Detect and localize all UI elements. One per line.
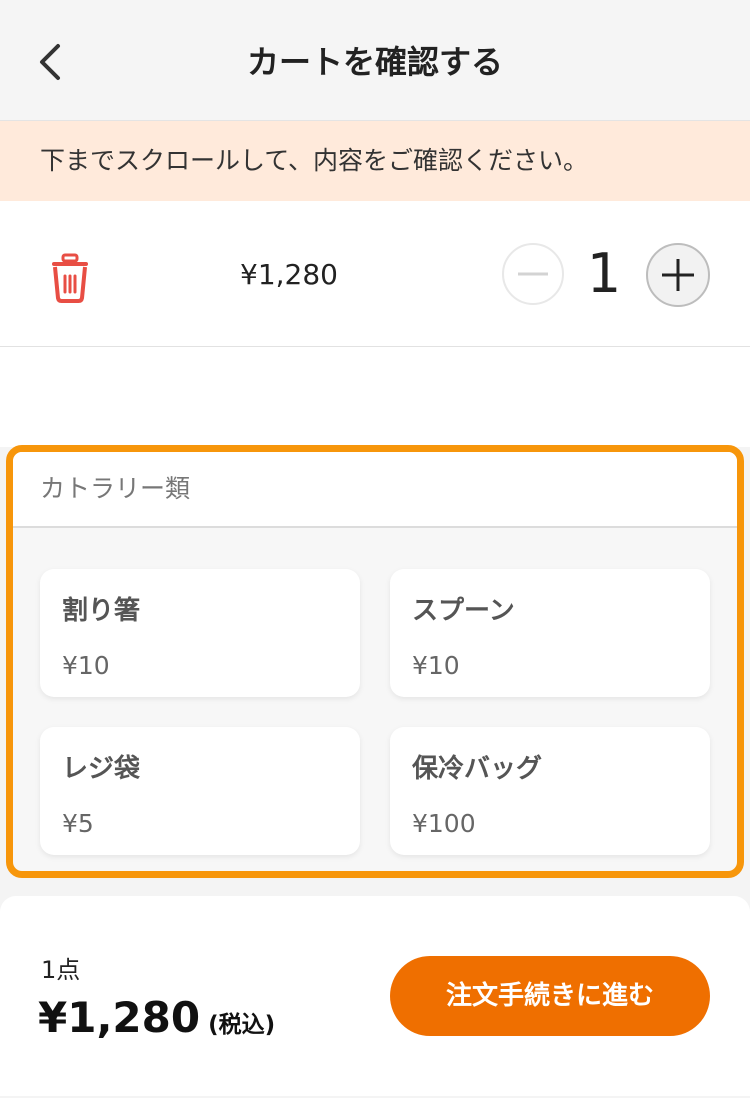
option-price: ¥5 (62, 809, 94, 838)
tax-note: (税込) (208, 1012, 276, 1038)
cutlery-section: カトラリー類 割り箸 ¥10 スプーン ¥10 レジ袋 ¥5 保冷バッグ ¥10… (6, 445, 744, 878)
quantity-increase-button[interactable] (646, 243, 710, 307)
option-name: 保冷バッグ (412, 754, 543, 784)
quantity-value: 1 (586, 242, 622, 305)
option-name: 割り箸 (62, 596, 141, 626)
total-price-block: ¥1,280 (税込) (38, 990, 275, 1053)
option-price: ¥10 (62, 651, 110, 680)
option-price: ¥100 (412, 809, 476, 838)
cutlery-header: カトラリー類 (13, 452, 737, 528)
cart-item-row: ¥1,280 1 (0, 201, 750, 348)
plus-icon (662, 259, 694, 291)
minus-icon (518, 272, 548, 276)
page-title: カートを確認する (246, 43, 503, 81)
cutlery-option-spoon[interactable]: スプーン ¥10 (390, 569, 710, 697)
cutlery-option-cooler-bag[interactable]: 保冷バッグ ¥100 (390, 727, 710, 855)
cutlery-option-chopsticks[interactable]: 割り箸 ¥10 (40, 569, 360, 697)
spacer (0, 347, 750, 447)
total-price: ¥1,280 (38, 993, 201, 1042)
scroll-notice: 下までスクロールして、内容をご確認ください。 (0, 121, 750, 201)
cutlery-title: カトラリー類 (40, 474, 191, 503)
quantity-decrease-button (502, 243, 564, 305)
checkout-footer: 1点 ¥1,280 (税込) 注文手続きに進む (0, 896, 750, 1096)
app-header: カートを確認する (0, 0, 750, 121)
cutlery-option-plastic-bag[interactable]: レジ袋 ¥5 (40, 727, 360, 855)
option-name: レジ袋 (62, 754, 141, 784)
option-name: スプーン (412, 596, 515, 626)
item-count: 1点 (41, 956, 81, 984)
item-price: ¥1,280 (240, 258, 338, 291)
checkout-button[interactable]: 注文手続きに進む (390, 956, 710, 1036)
option-price: ¥10 (412, 651, 460, 680)
trash-icon[interactable] (46, 251, 94, 303)
